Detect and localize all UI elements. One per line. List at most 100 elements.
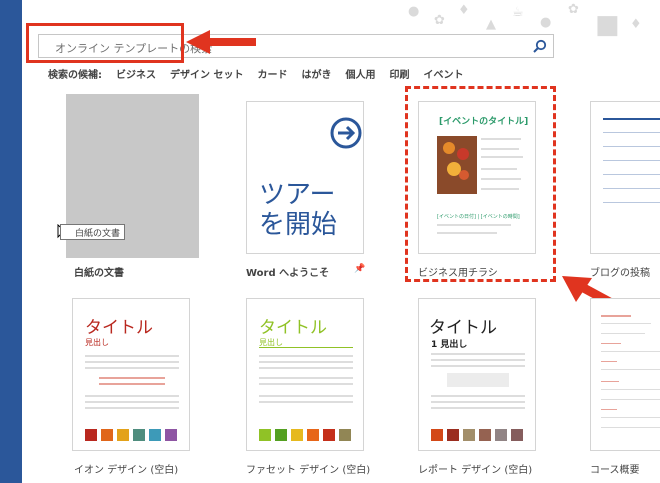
text-line	[601, 409, 617, 410]
color-swatch	[275, 429, 287, 441]
decor-icon: ☕	[512, 5, 524, 20]
facet-thumbnail: タイトル 見出し	[246, 298, 364, 451]
text-line	[601, 369, 660, 370]
color-swatch	[291, 429, 303, 441]
color-swatch	[511, 429, 523, 441]
welcome-thumb-text: ツアーを開始	[259, 180, 338, 240]
left-arrow-icon	[186, 30, 256, 54]
template-caption: Word へようこそ	[246, 268, 330, 279]
text-line	[259, 347, 353, 348]
blank-document-thumbnail	[66, 94, 183, 244]
blog-thumbnail	[590, 101, 660, 254]
text-line	[603, 146, 660, 147]
suggestion-card[interactable]: カード	[257, 66, 287, 81]
suggestion-personal[interactable]: 個人用	[345, 66, 375, 81]
text-line	[99, 383, 165, 385]
template-caption: コース概要	[590, 465, 640, 476]
text-line	[431, 359, 525, 361]
text-line	[603, 202, 660, 203]
pin-icon[interactable]: 📌	[354, 264, 365, 274]
decor-toast-icon: ■	[595, 10, 620, 40]
quote-block	[447, 373, 509, 387]
text-line	[601, 427, 660, 428]
text-line	[259, 401, 353, 403]
color-swatch	[165, 429, 177, 441]
text-line	[603, 118, 660, 120]
text-line	[601, 333, 645, 334]
color-swatch	[495, 429, 507, 441]
report-thumbnail: タイトル 1 見出し	[418, 298, 536, 451]
text-line	[601, 323, 651, 324]
text-line	[85, 355, 179, 357]
text-line	[601, 351, 660, 352]
color-swatch	[339, 429, 351, 441]
text-line	[603, 174, 660, 175]
color-swatch	[85, 429, 97, 441]
template-caption: ファセット デザイン (空白)	[246, 465, 371, 476]
color-swatch	[447, 429, 459, 441]
tooltip: 白紙の文書	[60, 224, 126, 240]
decor-icon: ▲	[486, 17, 496, 32]
text-line	[431, 365, 525, 367]
text-line	[603, 132, 660, 133]
search-suggestions: 検索の候補: ビジネス デザイン セット カード はがき 個人用 印刷 イベント	[48, 66, 463, 81]
welcome-thumbnail: ツアーを開始	[246, 101, 364, 254]
text-line	[85, 361, 179, 363]
color-swatch	[133, 429, 145, 441]
text-line	[431, 353, 525, 355]
text-line	[85, 407, 179, 409]
template-caption: レポート デザイン (空白)	[418, 465, 533, 476]
text-line	[259, 395, 353, 397]
backstage-nav-bar	[0, 0, 22, 483]
flyer-highlight-box	[405, 86, 556, 282]
color-swatch	[431, 429, 443, 441]
text-line	[601, 381, 619, 382]
report-thumb-sub: 1 見出し	[431, 340, 468, 350]
text-line	[431, 407, 525, 409]
text-line	[601, 417, 660, 418]
suggestion-postcard[interactable]: はがき	[301, 66, 331, 81]
text-line	[259, 361, 353, 363]
text-line	[601, 399, 660, 400]
text-line	[99, 377, 165, 379]
text-line	[431, 395, 525, 397]
text-line	[259, 383, 353, 385]
decor-icon: ●	[540, 15, 552, 30]
facet-thumb-title: タイトル	[259, 318, 327, 338]
search-highlight-box	[26, 23, 184, 63]
template-caption: イオン デザイン (空白)	[74, 465, 179, 476]
suggestions-label: 検索の候補:	[48, 70, 102, 81]
color-swatch	[307, 429, 319, 441]
search-icon[interactable]	[531, 38, 549, 56]
ion-thumbnail: タイトル 見出し	[72, 298, 190, 451]
color-swatch	[101, 429, 113, 441]
suggestion-event[interactable]: イベント	[423, 66, 463, 81]
template-caption: 白紙の文書	[74, 268, 124, 279]
text-line	[603, 188, 660, 189]
color-swatch	[463, 429, 475, 441]
decor-icon: ✿	[568, 2, 579, 17]
text-line	[259, 367, 353, 369]
decor-icon: ♦	[458, 3, 470, 18]
text-line	[601, 361, 617, 362]
suggestion-print[interactable]: 印刷	[389, 66, 409, 81]
suggestion-business[interactable]: ビジネス	[116, 66, 156, 81]
text-line	[603, 160, 660, 161]
decor-icon: ♦	[630, 17, 642, 32]
text-line	[601, 315, 631, 317]
text-line	[431, 401, 525, 403]
report-thumb-title: タイトル	[429, 318, 497, 338]
color-swatch	[259, 429, 271, 441]
text-line	[259, 355, 353, 357]
color-swatch	[149, 429, 161, 441]
text-line	[601, 389, 660, 390]
color-swatch	[479, 429, 491, 441]
decor-icon: ●	[408, 4, 420, 19]
text-line	[259, 377, 353, 379]
course-thumbnail	[590, 298, 660, 451]
suggestion-design-set[interactable]: デザイン セット	[170, 66, 243, 81]
text-line	[85, 395, 179, 397]
ion-thumb-title: タイトル	[85, 318, 153, 338]
color-swatch	[323, 429, 335, 441]
text-line	[85, 367, 179, 369]
